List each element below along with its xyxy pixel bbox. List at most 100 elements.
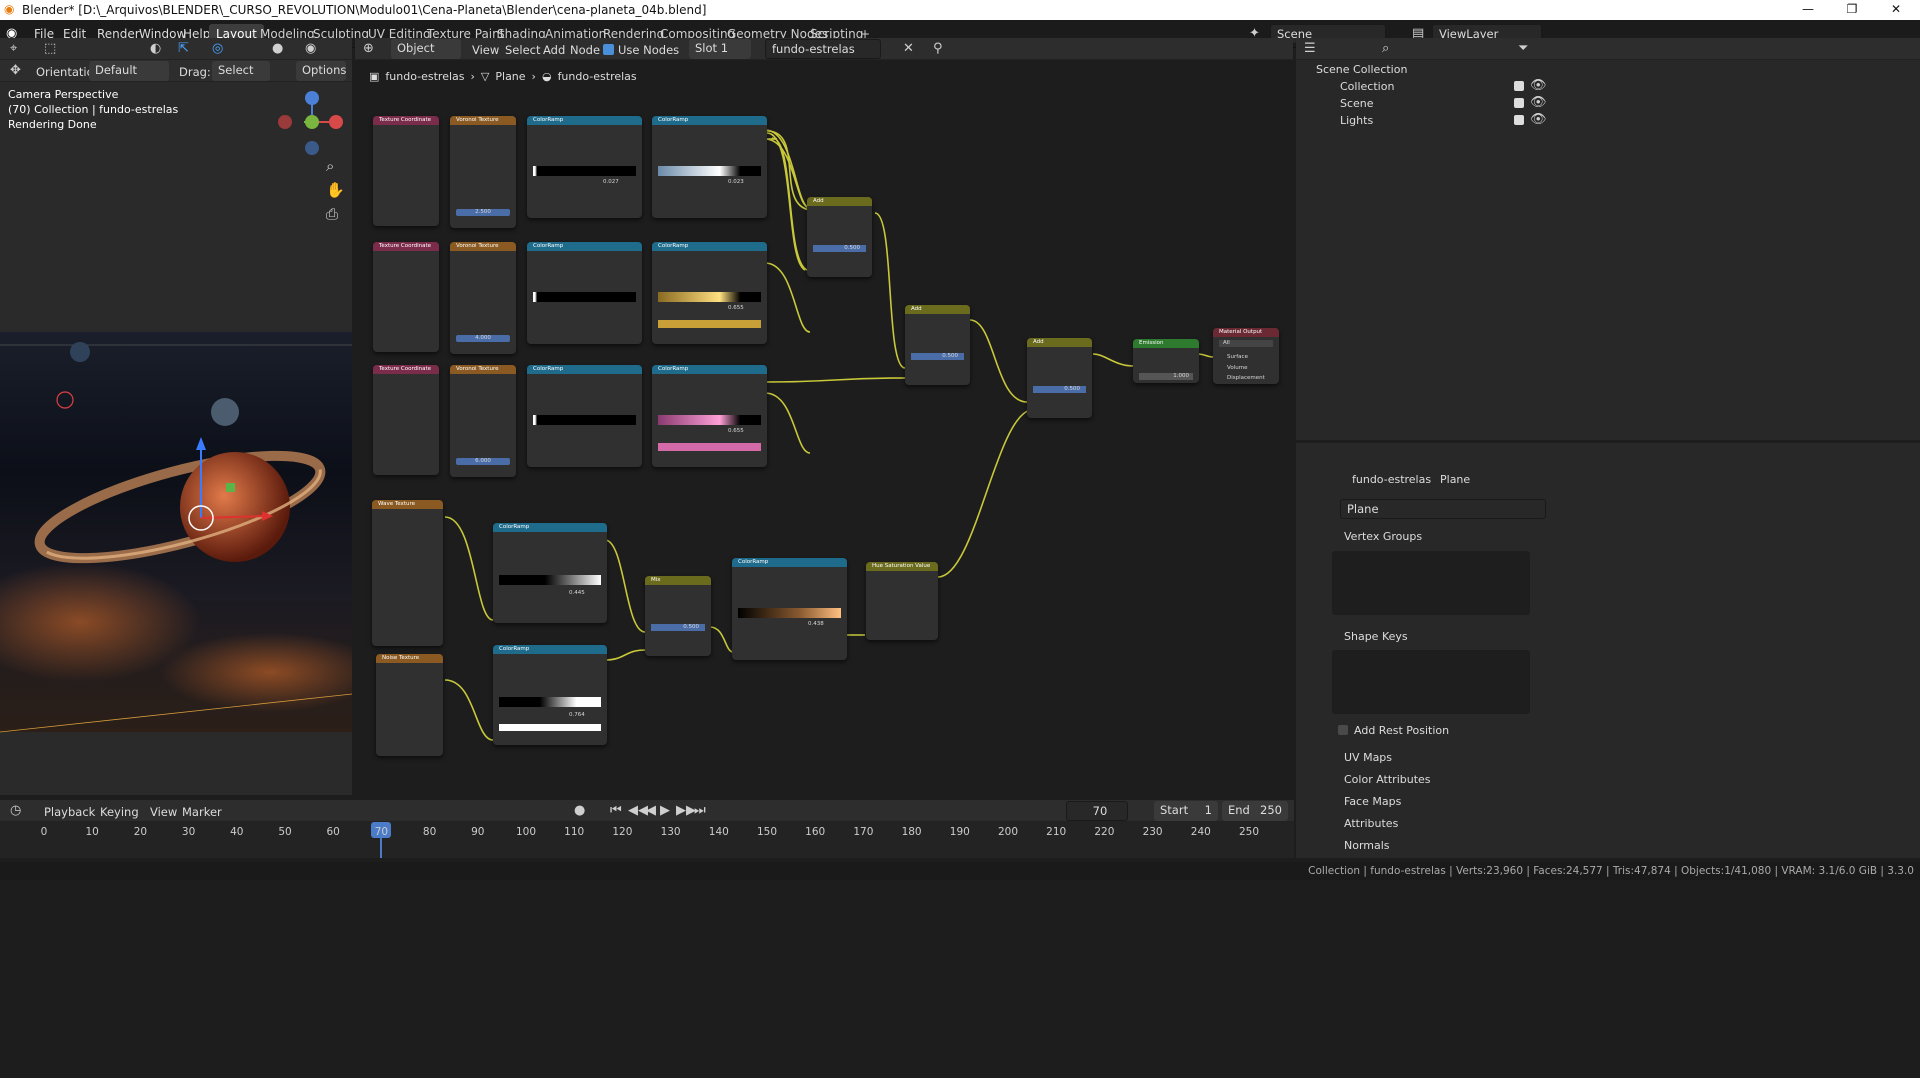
outliner-type-icon[interactable]: ☰ <box>1304 41 1316 57</box>
slot-dropdown[interactable]: Slot 1 <box>689 39 751 59</box>
node-colorramp-2[interactable]: ColorRamp 0.023 <box>652 116 767 218</box>
ramp-position[interactable]: 0.764 <box>569 712 585 718</box>
3d-viewport[interactable]: Camera Perspective (70) Collection | fun… <box>0 82 352 795</box>
visibility-checkbox[interactable] <box>1514 98 1524 108</box>
options-dropdown[interactable]: Options <box>296 61 346 81</box>
gradient-bar[interactable] <box>738 608 841 618</box>
node-texture-coordinate-2[interactable]: Texture Coordinate <box>373 242 439 352</box>
add-rest-position-checkbox[interactable] <box>1338 725 1348 735</box>
eye-icon[interactable]: 👁 <box>1530 95 1547 111</box>
drag-dropdown[interactable]: Select Box <box>212 61 270 96</box>
section-uv-maps[interactable]: UV Maps <box>1344 751 1392 764</box>
orientation-dropdown[interactable]: Default <box>89 61 169 81</box>
navigation-gizmo[interactable] <box>276 86 348 158</box>
menu-add[interactable]: Add <box>543 43 565 57</box>
node-hue-saturation[interactable]: Hue Saturation Value <box>866 562 938 640</box>
gradient-bar[interactable] <box>499 697 601 707</box>
shading-rendered-icon[interactable]: ◉ <box>305 41 316 57</box>
jump-start-icon[interactable]: ⏮ <box>610 803 622 819</box>
mesh-name-field[interactable]: Plane <box>1340 499 1546 519</box>
ramp-position[interactable]: 0.445 <box>569 590 585 596</box>
section-vertex-groups[interactable]: Vertex Groups <box>1344 530 1422 543</box>
jump-end-icon[interactable]: ⏭ <box>694 803 706 819</box>
gradient-bar[interactable] <box>658 292 761 302</box>
play-icon[interactable]: ▶ <box>660 803 670 819</box>
outliner-scene[interactable]: Scene <box>1340 97 1374 110</box>
node-colorramp-6[interactable]: ColorRamp 0.655 <box>652 365 767 467</box>
gradient-bar[interactable] <box>658 415 761 425</box>
search-icon[interactable]: ⌕ <box>1382 41 1389 57</box>
gradient-bar[interactable] <box>658 166 761 176</box>
section-face-maps[interactable]: Face Maps <box>1344 795 1401 808</box>
scale-value[interactable]: 6.000 <box>456 458 510 465</box>
mode-icon[interactable]: ⬚ <box>44 41 56 57</box>
node-colorramp-5[interactable]: ColorRamp <box>527 365 642 467</box>
record-icon[interactable]: ● <box>574 803 585 819</box>
menu-view[interactable]: View <box>150 805 177 819</box>
node-voronoi-2[interactable]: Voronoi Texture 4.000 <box>450 242 516 354</box>
ramp-position[interactable]: 0.438 <box>808 621 824 627</box>
node-voronoi-3[interactable]: Voronoi Texture 6.000 <box>450 365 516 477</box>
current-frame-field[interactable]: 70 <box>1066 801 1128 821</box>
node-add-1[interactable]: Add 0.500 <box>807 197 872 277</box>
fac-value[interactable]: 0.500 <box>1033 386 1086 393</box>
editor-type-icon[interactable]: ⊕ <box>363 41 374 57</box>
strength-value[interactable]: 1.000 <box>1139 373 1193 380</box>
node-editor-canvas[interactable]: ▣ fundo-estrelas › ▽ Plane › ◒ fundo-est… <box>355 60 1293 795</box>
menu-keying[interactable]: Keying <box>100 805 139 819</box>
menu-marker[interactable]: Marker <box>182 805 222 819</box>
fac-value[interactable]: 0.500 <box>651 624 705 631</box>
timeline-type-icon[interactable]: ◷ <box>10 803 21 819</box>
node-add-2[interactable]: Add 0.500 <box>905 305 970 385</box>
material-selector[interactable]: fundo-estrelas <box>765 39 881 59</box>
node-colorramp-8[interactable]: ColorRamp 0.764 <box>493 645 607 745</box>
outliner-scene-collection[interactable]: Scene Collection <box>1316 63 1407 76</box>
zoom-icon[interactable]: ⌕ <box>326 158 334 174</box>
menu-playback[interactable]: Playback <box>44 805 95 819</box>
fac-value[interactable]: 0.500 <box>813 245 866 252</box>
node-colorramp-4[interactable]: ColorRamp 0.655 <box>652 242 767 344</box>
camera-view-icon[interactable]: ⎙ <box>326 206 338 222</box>
menu-view[interactable]: View <box>472 43 499 57</box>
outliner-lights[interactable]: Lights <box>1340 114 1373 127</box>
close-material-icon[interactable]: ✕ <box>903 41 914 57</box>
node-colorramp-3[interactable]: ColorRamp <box>527 242 642 344</box>
ramp-position[interactable]: 0.023 <box>728 179 744 185</box>
shading-solid-icon[interactable]: ● <box>272 41 283 57</box>
menu-node[interactable]: Node <box>570 43 600 57</box>
section-color-attributes[interactable]: Color Attributes <box>1344 773 1431 786</box>
pan-hand-icon[interactable]: ✋ <box>326 182 345 198</box>
shape-keys-list[interactable] <box>1332 650 1530 714</box>
ramp-position[interactable]: 0.655 <box>728 305 744 311</box>
object-mode-dropdown[interactable]: Object <box>391 39 461 59</box>
use-nodes-checkbox[interactable] <box>603 44 614 55</box>
menu-select[interactable]: Select <box>505 43 540 57</box>
end-frame-field[interactable]: End 250 <box>1222 801 1288 821</box>
node-wave-texture[interactable]: Wave Texture <box>372 500 443 646</box>
view-icon[interactable]: ◐ <box>150 41 161 57</box>
section-attributes[interactable]: Attributes <box>1344 817 1398 830</box>
section-normals[interactable]: Normals <box>1344 839 1390 852</box>
vertex-groups-list[interactable] <box>1332 551 1530 615</box>
node-emission[interactable]: Emission 1.000 <box>1133 339 1199 383</box>
node-noise-texture[interactable]: Noise Texture <box>376 654 443 756</box>
scale-value[interactable]: 2.500 <box>456 209 510 216</box>
node-voronoi-1[interactable]: Voronoi Texture 2.500 <box>450 116 516 228</box>
gizmo-icon[interactable]: ⇱ <box>178 41 189 57</box>
node-texture-coordinate-3[interactable]: Texture Coordinate <box>373 365 439 475</box>
maximize-button[interactable]: ❐ <box>1830 0 1874 20</box>
node-colorramp-1[interactable]: ColorRamp 0.027 <box>527 116 642 218</box>
node-material-output[interactable]: Material Output All Surface Volume Displacem… <box>1213 328 1279 384</box>
pin-icon[interactable]: ⚲ <box>933 41 943 57</box>
output-target-dropdown[interactable]: All <box>1219 340 1273 347</box>
start-frame-field[interactable]: Start 1 <box>1154 801 1218 821</box>
scale-value[interactable]: 4.000 <box>456 335 510 342</box>
overlay-icon[interactable]: ◎ <box>212 41 223 57</box>
gradient-bar[interactable] <box>533 166 636 176</box>
visibility-checkbox[interactable] <box>1514 81 1524 91</box>
minimize-button[interactable]: — <box>1786 0 1830 20</box>
gradient-bar[interactable] <box>533 292 636 302</box>
visibility-checkbox[interactable] <box>1514 115 1524 125</box>
play-reverse-icon[interactable]: ◀ <box>646 803 656 819</box>
gradient-bar[interactable] <box>533 415 636 425</box>
